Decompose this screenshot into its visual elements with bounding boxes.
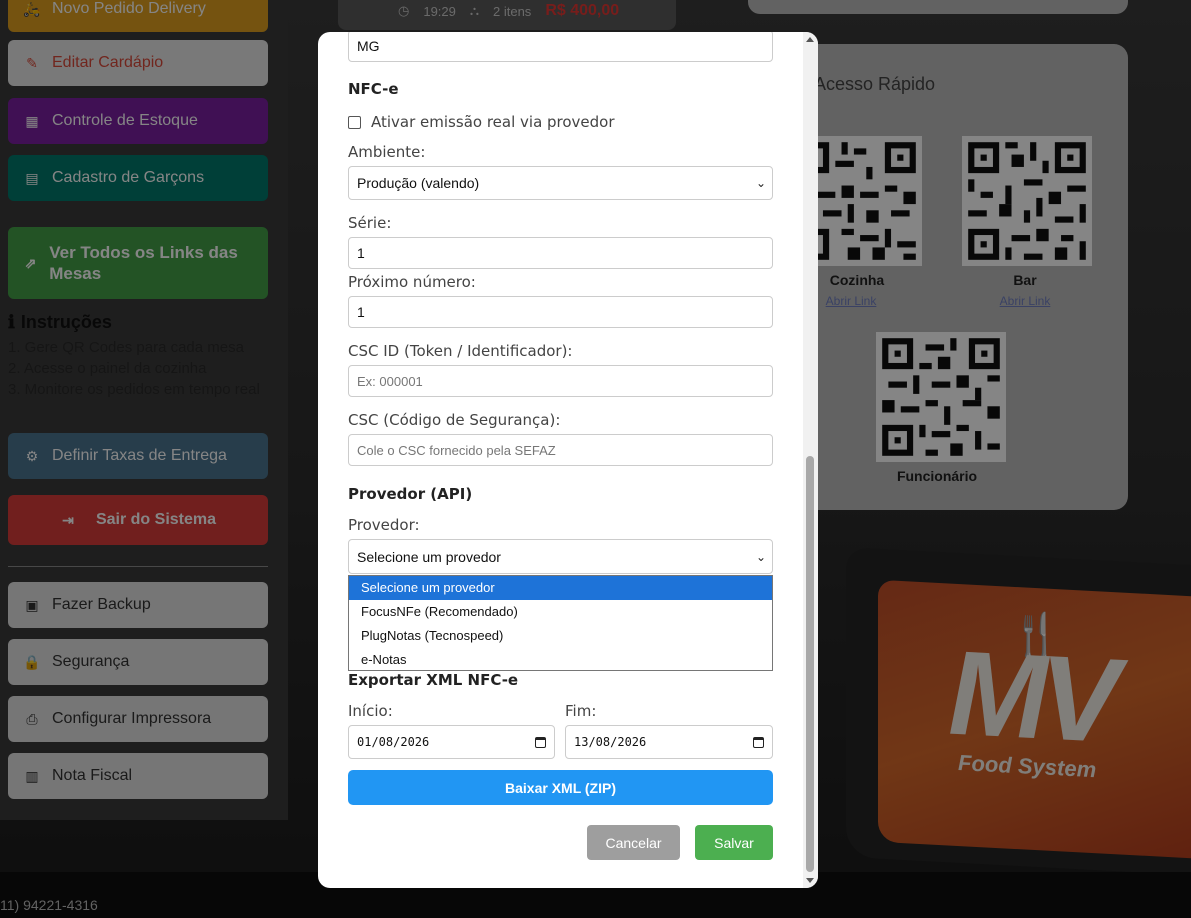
csc-input[interactable]: Cole o CSC fornecido pela SEFAZ [348, 434, 773, 466]
download-xml-button[interactable]: Baixar XML (ZIP) [348, 770, 773, 805]
fiscal-settings-modal: MG NFC-e Ativar emissão real via provedo… [318, 32, 818, 888]
end-date-input[interactable]: 13/08/2026 [565, 725, 773, 759]
provider-select[interactable]: Selecione um provedor ⌄ [348, 539, 773, 574]
provider-option[interactable]: e-Notas [349, 648, 772, 672]
chevron-down-icon: ⌄ [755, 549, 766, 564]
start-date-input[interactable]: 01/08/2026 [348, 725, 555, 759]
provider-option[interactable]: FocusNFe (Recomendado) [349, 600, 772, 624]
scroll-down-icon[interactable] [806, 878, 814, 883]
start-date-value: 01/08/2026 [357, 735, 430, 749]
cancel-button[interactable]: Cancelar [587, 825, 680, 860]
end-date-label: Fim: [565, 702, 597, 720]
calendar-icon[interactable] [535, 736, 546, 748]
real-emission-checkbox-label: Ativar emissão real via provedor [371, 113, 615, 131]
provider-section-title: Provedor (API) [348, 485, 473, 503]
real-emission-checkbox[interactable] [348, 115, 361, 129]
nfce-section-title: NFC-e [348, 80, 399, 98]
ambiente-label: Ambiente: [348, 143, 426, 161]
provider-option[interactable]: PlugNotas (Tecnospeed) [349, 624, 772, 648]
real-emission-checkbox-row[interactable]: Ativar emissão real via provedor [348, 113, 615, 131]
provider-option[interactable]: Selecione um provedor [349, 576, 772, 600]
export-section-title: Exportar XML NFC-e [348, 671, 519, 689]
end-date-value: 13/08/2026 [574, 735, 647, 749]
uf-field[interactable]: MG [348, 32, 773, 62]
provider-select-value: Selecione um provedor [357, 548, 501, 565]
scroll-up-icon[interactable] [806, 37, 814, 42]
next-number-label: Próximo número: [348, 273, 476, 291]
scroll-thumb[interactable] [806, 456, 814, 872]
serie-label: Série: [348, 214, 392, 232]
provider-label: Provedor: [348, 516, 420, 534]
ambiente-select[interactable]: Produção (valendo) ⌄ [348, 166, 773, 200]
serie-input[interactable]: 1 [348, 237, 773, 269]
modal-scrollbar[interactable] [803, 32, 818, 888]
csc-id-input[interactable]: Ex: 000001 [348, 365, 773, 397]
start-date-label: Início: [348, 702, 393, 720]
ambiente-select-value: Produção (valendo) [357, 175, 480, 191]
provider-dropdown-list: Selecione um provedor FocusNFe (Recomend… [348, 575, 773, 671]
csc-id-label: CSC ID (Token / Identificador): [348, 342, 573, 360]
next-number-input[interactable]: 1 [348, 296, 773, 328]
save-button[interactable]: Salvar [695, 825, 773, 860]
calendar-icon[interactable] [753, 736, 764, 748]
csc-label: CSC (Código de Segurança): [348, 411, 561, 429]
chevron-down-icon: ⌄ [755, 176, 766, 190]
